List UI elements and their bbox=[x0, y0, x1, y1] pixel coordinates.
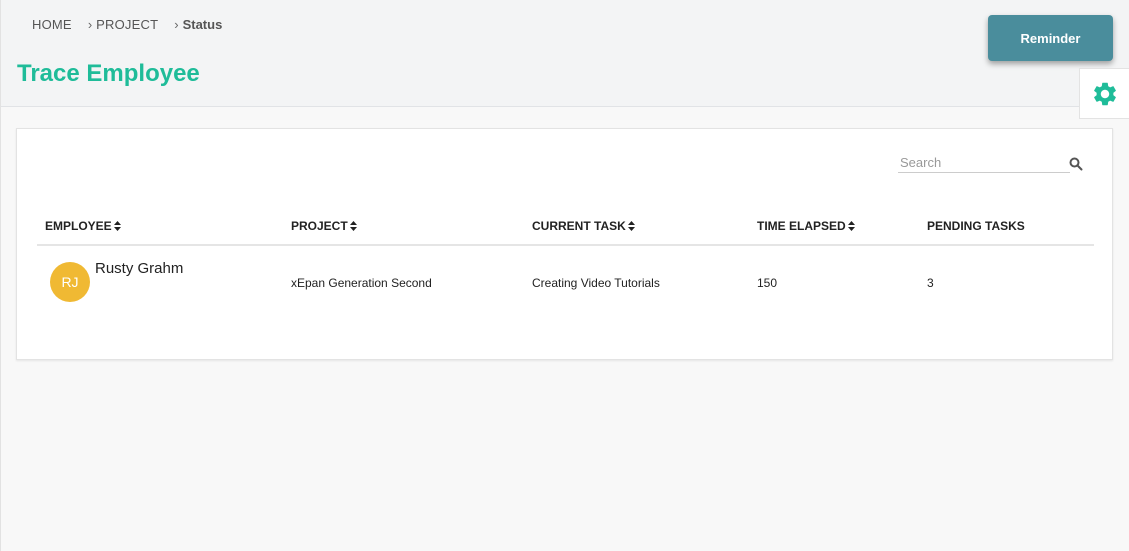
chevron-right-icon: › bbox=[87, 17, 93, 32]
page-title: Trace Employee bbox=[17, 60, 200, 87]
page-header: HOME › PROJECT › Status Trace Employee bbox=[1, 0, 1129, 107]
employee-name: Rusty Grahm bbox=[95, 260, 184, 277]
current-task-cell: Creating Video Tutorials bbox=[532, 276, 660, 290]
table-header: EMPLOYEE PROJECT CURRENT TASK TIME ELAPS… bbox=[37, 219, 1094, 246]
settings-toggle[interactable] bbox=[1079, 68, 1129, 119]
sort-icon bbox=[349, 221, 357, 231]
breadcrumb-project[interactable]: PROJECT bbox=[96, 17, 158, 32]
sort-icon bbox=[627, 221, 635, 231]
breadcrumb-current: Status bbox=[182, 17, 223, 32]
avatar: RJ bbox=[50, 262, 90, 302]
search-icon[interactable] bbox=[1069, 157, 1083, 171]
time-elapsed-cell: 150 bbox=[757, 276, 778, 290]
column-header-current-task[interactable]: CURRENT TASK bbox=[532, 219, 635, 233]
column-header-pending-tasks: PENDING TASKS bbox=[927, 219, 1025, 233]
gear-icon bbox=[1093, 82, 1116, 105]
search-box bbox=[898, 153, 1072, 173]
chevron-right-icon: › bbox=[174, 17, 179, 32]
employee-panel: EMPLOYEE PROJECT CURRENT TASK TIME ELAPS… bbox=[16, 128, 1113, 360]
breadcrumb-home[interactable]: HOME bbox=[32, 17, 72, 32]
pending-tasks-cell: 3 bbox=[927, 276, 934, 290]
search-input[interactable] bbox=[898, 153, 1072, 171]
reminder-button[interactable]: Reminder bbox=[988, 15, 1113, 61]
project-cell: xEpan Generation Second bbox=[291, 276, 432, 290]
breadcrumb: HOME › PROJECT › Status bbox=[32, 17, 222, 32]
sort-icon bbox=[847, 221, 855, 231]
table-row[interactable]: RJ Rusty Grahm xEpan Generation Second C… bbox=[37, 247, 1094, 307]
column-header-project[interactable]: PROJECT bbox=[291, 219, 357, 233]
column-header-time-elapsed[interactable]: TIME ELAPSED bbox=[757, 219, 855, 233]
sort-icon bbox=[113, 221, 121, 231]
column-header-employee[interactable]: EMPLOYEE bbox=[45, 219, 121, 233]
